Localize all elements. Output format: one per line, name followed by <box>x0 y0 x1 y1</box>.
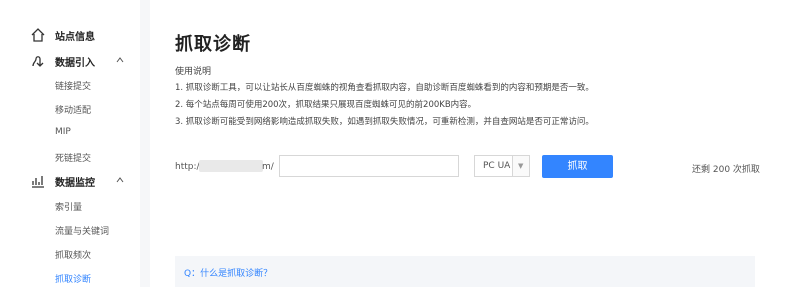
fetch-button[interactable]: 抓取 <box>542 155 613 178</box>
main-panel: 抓取诊断 使用说明 1. 抓取诊断工具，可以让站长从百度蜘蛛的视角查看抓取内容，… <box>150 0 798 287</box>
page-title: 抓取诊断 <box>175 34 251 55</box>
url-redaction <box>199 160 263 172</box>
sidebar-item-crawl-frequency[interactable]: 抓取频次 <box>55 248 91 261</box>
sidebar-item-dead-link-submit[interactable]: 死链提交 <box>55 151 91 164</box>
sidebar-group-label: 数据监控 <box>55 178 95 189</box>
usage-title: 使用说明 <box>175 67 212 77</box>
url-suffix: m/ <box>262 162 274 172</box>
user-agent-selected: PC UA <box>483 161 511 171</box>
sidebar-group-data-import[interactable]: 数据引入 <box>0 49 140 73</box>
sidebar-item-index-volume[interactable]: 索引量 <box>55 200 82 213</box>
usage-line: 1. 抓取诊断工具，可以让站长从百度蜘蛛的视角查看抓取内容，自助诊断百度蜘蛛看到… <box>175 83 594 93</box>
faq-question-link[interactable]: Q：什么是抓取诊断？ <box>184 266 272 279</box>
sidebar-group-label: 数据引入 <box>55 58 95 69</box>
sidebar-item-link-submit[interactable]: 链接提交 <box>55 79 91 92</box>
url-path-input[interactable] <box>279 155 459 177</box>
usage-line: 2. 每个站点每周可使用200次，抓取结果只展现百度蜘蛛可见的前200KB内容。 <box>175 100 477 110</box>
sidebar-item-mip[interactable]: MIP <box>55 127 71 137</box>
home-icon <box>31 28 45 42</box>
sidebar-group-label: 站点信息 <box>55 32 95 43</box>
chevron-up-icon[interactable] <box>116 176 124 184</box>
user-agent-select[interactable]: PC UA ▼ <box>474 155 530 177</box>
sidebar-group-site-info[interactable]: 站点信息 <box>0 23 140 47</box>
data-import-icon <box>32 56 44 67</box>
select-arrow[interactable]: ▼ <box>512 156 529 176</box>
sidebar-item-mobile-adapt[interactable]: 移动适配 <box>55 103 91 116</box>
faq-box: Q：什么是抓取诊断？ <box>175 256 755 287</box>
chevron-down-icon: ▼ <box>518 162 524 170</box>
sidebar-item-traffic-keywords[interactable]: 流量与关键词 <box>55 224 109 237</box>
usage-line: 3. 抓取诊断可能受到网络影响造成抓取失败，如遇到抓取失败情况，可重新检测，并自… <box>175 117 594 127</box>
remaining-count: 还剩 200 次抓取 <box>692 165 760 175</box>
sidebar-group-data-monitor[interactable]: 数据监控 <box>0 169 140 193</box>
chart-icon <box>32 176 44 188</box>
sidebar-item-crawl-diagnosis[interactable]: 抓取诊断 <box>55 272 91 285</box>
chevron-up-icon[interactable] <box>116 56 124 64</box>
sidebar: 站点信息 数据引入 链接提交 移动适配 MIP 死链提交 数据监控 索引量 流量… <box>0 0 140 287</box>
